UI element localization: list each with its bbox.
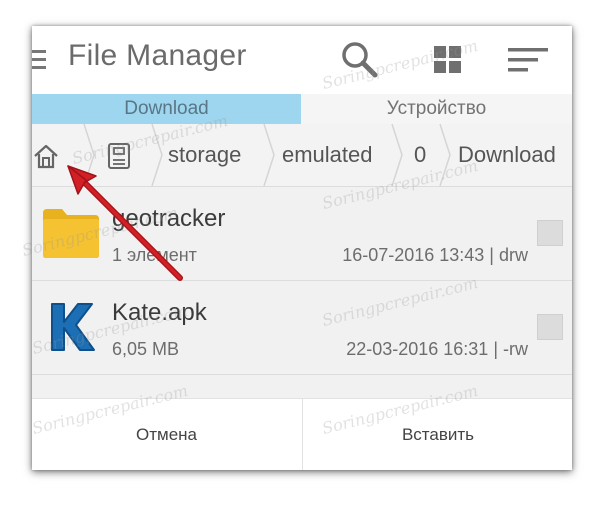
file-meta: 1 элемент [112,245,197,265]
file-name: Kate.apk [112,299,207,326]
location-tabs: Download Устройство [32,94,572,124]
breadcrumb-separator [263,124,275,186]
sd-card-icon[interactable] [106,142,132,170]
breadcrumb-separator [151,124,163,186]
breadcrumb-item-emulated[interactable]: emulated [282,142,373,168]
select-checkbox[interactable] [537,220,563,246]
breadcrumb-item-download[interactable]: Download [458,142,556,168]
breadcrumb: storage emulated 0 Download [32,124,572,187]
home-icon[interactable] [32,143,60,169]
menu-icon[interactable] [32,50,46,70]
breadcrumb-separator [83,124,95,186]
grid-view-icon[interactable] [428,40,468,80]
search-icon[interactable] [340,40,380,80]
action-bar: Отмена Вставить [32,398,572,470]
file-meta: 6,05 MB [112,339,180,359]
tab-device[interactable]: Устройство [301,94,572,124]
breadcrumb-item-storage[interactable]: storage [168,142,241,168]
file-name: geotracker [112,205,226,232]
folder-icon [42,207,100,259]
file-date: 16-07-2016 13:43 | drw [342,245,528,265]
app-bar: File Manager [32,26,572,94]
breadcrumb-separator [391,124,403,186]
breadcrumb-separator [439,124,451,186]
file-row-geotracker[interactable]: geotracker 1 элемент 16-07-2016 13:43 | … [32,187,572,281]
tab-download[interactable]: Download [32,94,301,124]
paste-button[interactable]: Вставить [302,399,572,470]
file-date: 22-03-2016 16:31 | -rw [346,339,528,359]
app-title: File Manager [68,39,247,72]
file-row-kate-apk[interactable]: Kate.apk 6,05 MB 22-03-2016 16:31 | -rw [32,281,572,375]
breadcrumb-item-0[interactable]: 0 [414,142,426,168]
select-checkbox[interactable] [537,314,563,340]
cancel-button[interactable]: Отмена [32,399,301,470]
file-manager-window: File Manager Download Устройство storage… [32,26,572,470]
kate-app-icon [44,298,100,356]
sort-icon[interactable] [506,40,548,80]
